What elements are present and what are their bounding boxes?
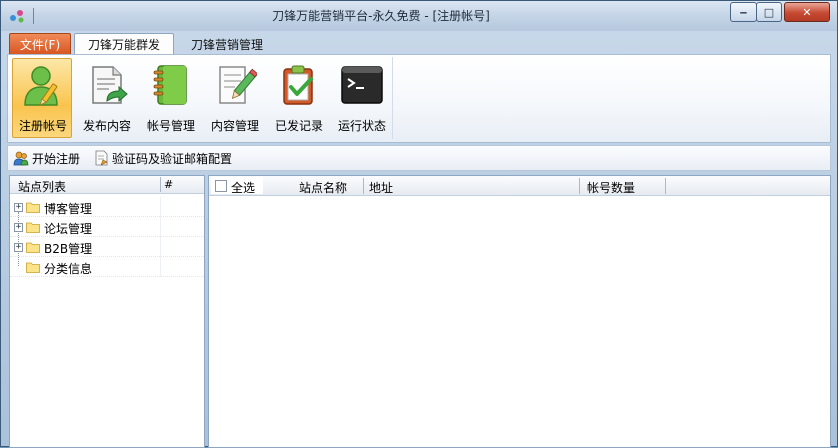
window-title: 刀锋万能营销平台-永久免费 - [注册帐号]: [272, 9, 490, 23]
folder-icon: [26, 242, 40, 253]
edit-document-icon: [219, 66, 257, 104]
column-separator[interactable]: [665, 178, 666, 194]
account-management-label: 帐号管理: [146, 119, 195, 133]
tree-item-classified[interactable]: 分类信息: [10, 257, 204, 277]
folder-icon: [26, 222, 40, 233]
user-register-icon: [24, 66, 58, 106]
select-all-checkbox[interactable]: [215, 180, 227, 192]
expand-plus-icon[interactable]: +: [14, 243, 23, 252]
maximize-icon: □: [763, 5, 775, 19]
ribbon-panel: 注册帐号 发布内容 帐号管理 内容管理 已发记录 运行状态: [7, 54, 831, 143]
close-button[interactable]: ✕: [784, 2, 830, 22]
tab-mass-send[interactable]: 刀锋万能群发: [74, 33, 174, 55]
row-column-separator: [160, 257, 161, 277]
start-register-label: 开始注册: [32, 151, 81, 166]
publish-content-label: 发布内容: [82, 119, 131, 133]
row-column-separator: [160, 237, 161, 257]
row-column-separator: [160, 197, 161, 217]
folder-icon: [26, 262, 40, 273]
header-column-separator[interactable]: [160, 177, 161, 192]
tree-item-blog[interactable]: + 博客管理: [10, 197, 204, 217]
captcha-config-button[interactable]: 验证码及验证邮箱配置: [93, 149, 232, 167]
ribbon-separator: [392, 57, 393, 139]
action-toolbar: 开始注册 验证码及验证邮箱配置: [7, 145, 831, 171]
column-site-name[interactable]: 站点名称: [299, 179, 347, 196]
select-all-label[interactable]: 全选: [231, 179, 255, 196]
publish-document-icon: [92, 66, 128, 104]
column-separator[interactable]: [363, 178, 364, 194]
column-account-count[interactable]: 帐号数量: [587, 179, 635, 196]
site-account-grid: 全选 站点名称 地址 帐号数量: [208, 175, 831, 448]
expand-plus-icon[interactable]: +: [14, 203, 23, 212]
file-menu-tab[interactable]: 文件(F): [9, 33, 71, 55]
register-account-button[interactable]: 注册帐号: [12, 58, 72, 138]
terminal-icon: [341, 66, 383, 104]
run-status-button[interactable]: 运行状态: [331, 58, 391, 138]
maximize-button[interactable]: □: [756, 2, 782, 22]
minimize-button[interactable]: ‒: [730, 2, 757, 22]
app-window: 刀锋万能营销平台-永久免费 - [注册帐号] ‒ □ ✕ 文件(F) 刀锋万能群…: [0, 0, 838, 448]
grid-header: 全选 站点名称 地址 帐号数量: [209, 176, 830, 196]
tree-item-b2b[interactable]: + B2B管理: [10, 237, 204, 257]
tree-item-forum[interactable]: + 论坛管理: [10, 217, 204, 237]
sent-records-button[interactable]: 已发记录: [268, 58, 328, 138]
tree-item-label: 博客管理: [44, 202, 93, 216]
folder-icon: [26, 202, 40, 213]
site-list-header: 站点列表 #: [10, 176, 204, 194]
column-address[interactable]: 地址: [369, 179, 393, 196]
title-bar[interactable]: 刀锋万能营销平台-永久免费 - [注册帐号] ‒ □ ✕: [1, 1, 837, 31]
tab-marketing-management[interactable]: 刀锋营销管理: [177, 33, 277, 55]
users-icon: [13, 151, 29, 166]
minimize-icon: ‒: [739, 5, 748, 19]
start-register-button[interactable]: 开始注册: [13, 149, 80, 167]
settings-document-icon: [95, 150, 108, 166]
site-count-header-label[interactable]: #: [164, 178, 173, 191]
clipboard-check-icon: [283, 65, 313, 105]
address-book-icon: [153, 65, 187, 105]
expand-plus-icon[interactable]: +: [14, 223, 23, 232]
content-management-button[interactable]: 内容管理: [204, 58, 264, 138]
tree-item-label: 论坛管理: [44, 222, 93, 236]
tree-item-label: B2B管理: [44, 242, 93, 256]
site-list-panel: 站点列表 # + 博客管理 + 论坛管理 + B2B管理 分类信息: [9, 175, 205, 448]
close-icon: ✕: [802, 5, 812, 19]
ribbon-tab-row: 文件(F) 刀锋万能群发 刀锋营销管理: [7, 31, 833, 55]
publish-content-button[interactable]: 发布内容: [76, 58, 136, 138]
tree-item-label: 分类信息: [44, 262, 93, 276]
column-separator[interactable]: [579, 178, 580, 194]
site-list-header-label[interactable]: 站点列表: [18, 178, 66, 195]
row-column-separator: [160, 217, 161, 237]
account-management-button[interactable]: 帐号管理: [140, 58, 200, 138]
run-status-label: 运行状态: [337, 119, 386, 133]
content-management-label: 内容管理: [210, 119, 259, 133]
register-account-label: 注册帐号: [18, 119, 67, 133]
sent-records-label: 已发记录: [274, 119, 323, 133]
captcha-config-label: 验证码及验证邮箱配置: [112, 151, 233, 166]
